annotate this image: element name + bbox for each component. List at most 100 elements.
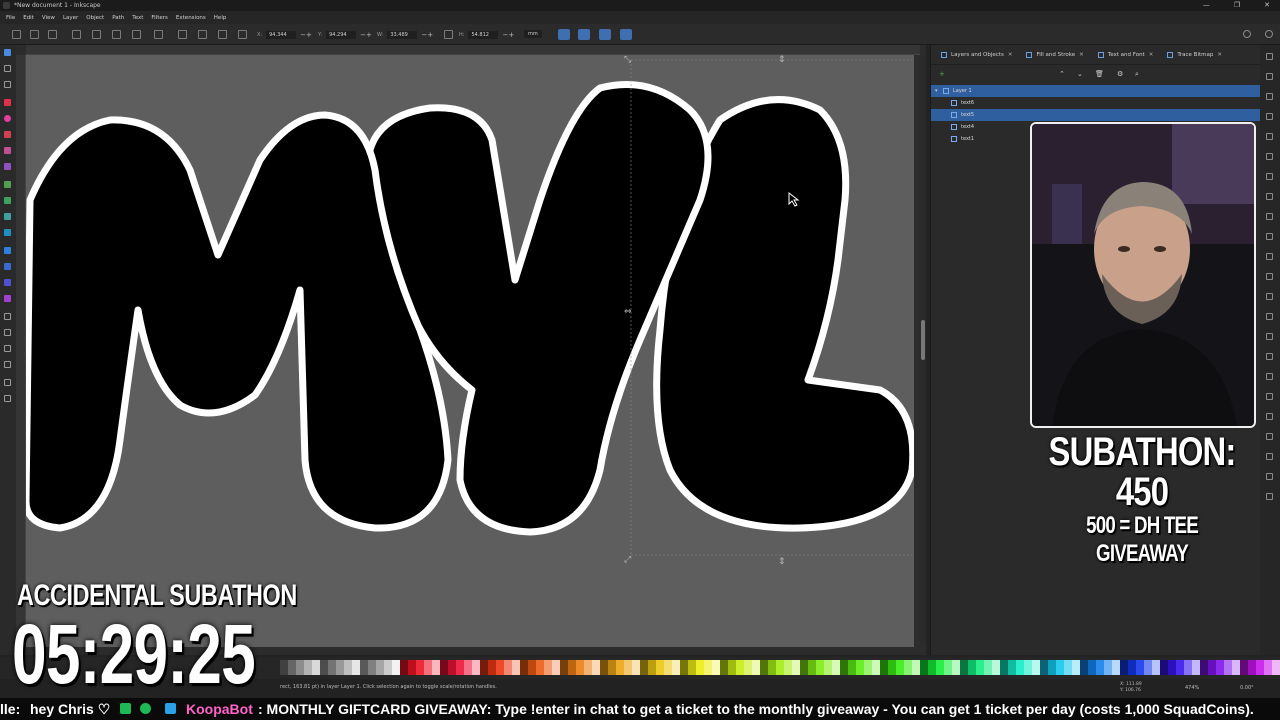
y-stepper-icon[interactable]: −+ (360, 31, 372, 39)
palette-swatch[interactable] (1096, 660, 1104, 675)
palette-swatch[interactable] (1000, 660, 1008, 675)
palette-swatch[interactable] (552, 660, 560, 675)
tab-fill-and-stroke[interactable]: Fill and Stroke ✕ (1026, 51, 1084, 58)
delete-icon[interactable]: 🗑 (1095, 70, 1104, 78)
palette-swatch[interactable] (784, 660, 792, 675)
palette-swatch[interactable] (736, 660, 744, 675)
deselect-icon[interactable] (48, 30, 57, 39)
palette-swatch[interactable] (672, 660, 680, 675)
new-document-icon[interactable] (1266, 53, 1273, 60)
preferences-icon[interactable] (1266, 493, 1273, 500)
palette-swatch[interactable] (1120, 660, 1128, 675)
rotate-ccw-icon[interactable] (72, 30, 81, 39)
y-input[interactable]: 94.294 (326, 31, 357, 39)
palette-swatch[interactable] (416, 660, 424, 675)
palette-swatch[interactable] (1224, 660, 1232, 675)
palette-swatch[interactable] (968, 660, 976, 675)
palette-swatch[interactable] (312, 660, 320, 675)
text-icon[interactable] (1266, 413, 1273, 420)
palette-swatch[interactable] (288, 660, 296, 675)
maximize-button[interactable]: ❐ (1234, 0, 1240, 11)
align-icon[interactable] (1266, 473, 1273, 480)
palette-swatch[interactable] (880, 660, 888, 675)
palette-swatch[interactable] (640, 660, 648, 675)
palette-swatch[interactable] (856, 660, 864, 675)
palette-swatch[interactable] (712, 660, 720, 675)
close-button[interactable]: ✕ (1264, 0, 1270, 11)
palette-swatch[interactable] (976, 660, 984, 675)
tab-layers-and-objects[interactable]: Layers and Objects ✕ (941, 51, 1012, 58)
canvas-area[interactable]: ⇔ ⇕ ⇕ ⤡ ⤢ (16, 45, 926, 655)
palette-swatch[interactable] (304, 660, 312, 675)
palette-swatch[interactable] (984, 660, 992, 675)
rotate-cw-icon[interactable] (92, 30, 101, 39)
palette-swatch[interactable] (720, 660, 728, 675)
palette-swatch[interactable] (1216, 660, 1224, 675)
copy-icon[interactable] (1266, 213, 1273, 220)
palette-swatch[interactable] (384, 660, 392, 675)
palette-swatch[interactable] (1056, 660, 1064, 675)
palette-swatch[interactable] (432, 660, 440, 675)
palette-swatch[interactable] (496, 660, 504, 675)
palette-swatch[interactable] (320, 660, 328, 675)
palette-swatch[interactable] (808, 660, 816, 675)
palette-swatch[interactable] (816, 660, 824, 675)
palette-swatch[interactable] (568, 660, 576, 675)
palette-swatch[interactable] (392, 660, 400, 675)
palette-swatch[interactable] (368, 660, 376, 675)
palette-swatch[interactable] (1232, 660, 1240, 675)
palette-swatch[interactable] (544, 660, 552, 675)
pen-tool-icon[interactable] (4, 197, 11, 204)
layer-row-text6[interactable]: text6 (931, 97, 1261, 109)
palette-swatch[interactable] (336, 660, 344, 675)
w-input[interactable]: 33.489 (387, 31, 418, 39)
palette-swatch[interactable] (992, 660, 1000, 675)
menu-path[interactable]: Path (112, 15, 124, 21)
palette-swatch[interactable] (1112, 660, 1120, 675)
scrollbar-thumb[interactable] (921, 320, 925, 360)
palette-swatch[interactable] (1048, 660, 1056, 675)
paint-bucket-tool-icon[interactable] (4, 295, 11, 302)
eraser-tool-icon[interactable] (4, 313, 11, 320)
menu-file[interactable]: File (6, 15, 15, 21)
menu-object[interactable]: Object (86, 15, 104, 21)
open-icon[interactable] (1266, 73, 1273, 80)
palette-swatch[interactable] (520, 660, 528, 675)
palette-swatch[interactable] (728, 660, 736, 675)
pages-tool-icon[interactable] (4, 395, 11, 402)
commands-icon[interactable] (1243, 30, 1251, 38)
ungroup-icon[interactable] (1266, 373, 1273, 380)
palette-swatch[interactable] (792, 660, 800, 675)
palette-swatch[interactable] (888, 660, 896, 675)
close-tab-icon[interactable]: ✕ (1149, 52, 1154, 58)
minimize-button[interactable]: — (1203, 0, 1210, 11)
palette-swatch[interactable] (1272, 660, 1280, 675)
palette-swatch[interactable] (1184, 660, 1192, 675)
palette-swatch[interactable] (280, 660, 288, 675)
palette-swatch[interactable] (624, 660, 632, 675)
duplicate-icon[interactable] (1266, 293, 1273, 300)
palette-swatch[interactable] (1032, 660, 1040, 675)
myl-bubble-lettering[interactable]: ⇔ ⇕ ⇕ ⤡ ⤢ (26, 55, 914, 647)
layers-icon[interactable] (1266, 433, 1273, 440)
undo-icon[interactable] (1266, 173, 1273, 180)
palette-swatch[interactable] (920, 660, 928, 675)
palette-swatch[interactable] (800, 660, 808, 675)
menu-help[interactable]: Help (214, 15, 227, 21)
palette-swatch[interactable] (584, 660, 592, 675)
pencil-tool-icon[interactable] (4, 181, 11, 188)
palette-swatch[interactable] (528, 660, 536, 675)
palette-swatch[interactable] (824, 660, 832, 675)
palette-swatch[interactable] (1104, 660, 1112, 675)
lower-icon[interactable] (198, 30, 207, 39)
palette-swatch[interactable] (1072, 660, 1080, 675)
palette-swatch[interactable] (488, 660, 496, 675)
palette-swatch[interactable] (760, 660, 768, 675)
clone-icon[interactable] (1266, 313, 1273, 320)
palette-swatch[interactable] (752, 660, 760, 675)
palette-swatch[interactable] (1160, 660, 1168, 675)
palette-swatch[interactable] (536, 660, 544, 675)
layer-row-layer1[interactable]: ▾ Layer 1 (931, 85, 1261, 97)
move-gradients-icon[interactable] (599, 29, 611, 40)
palette-swatch[interactable] (1264, 660, 1272, 675)
